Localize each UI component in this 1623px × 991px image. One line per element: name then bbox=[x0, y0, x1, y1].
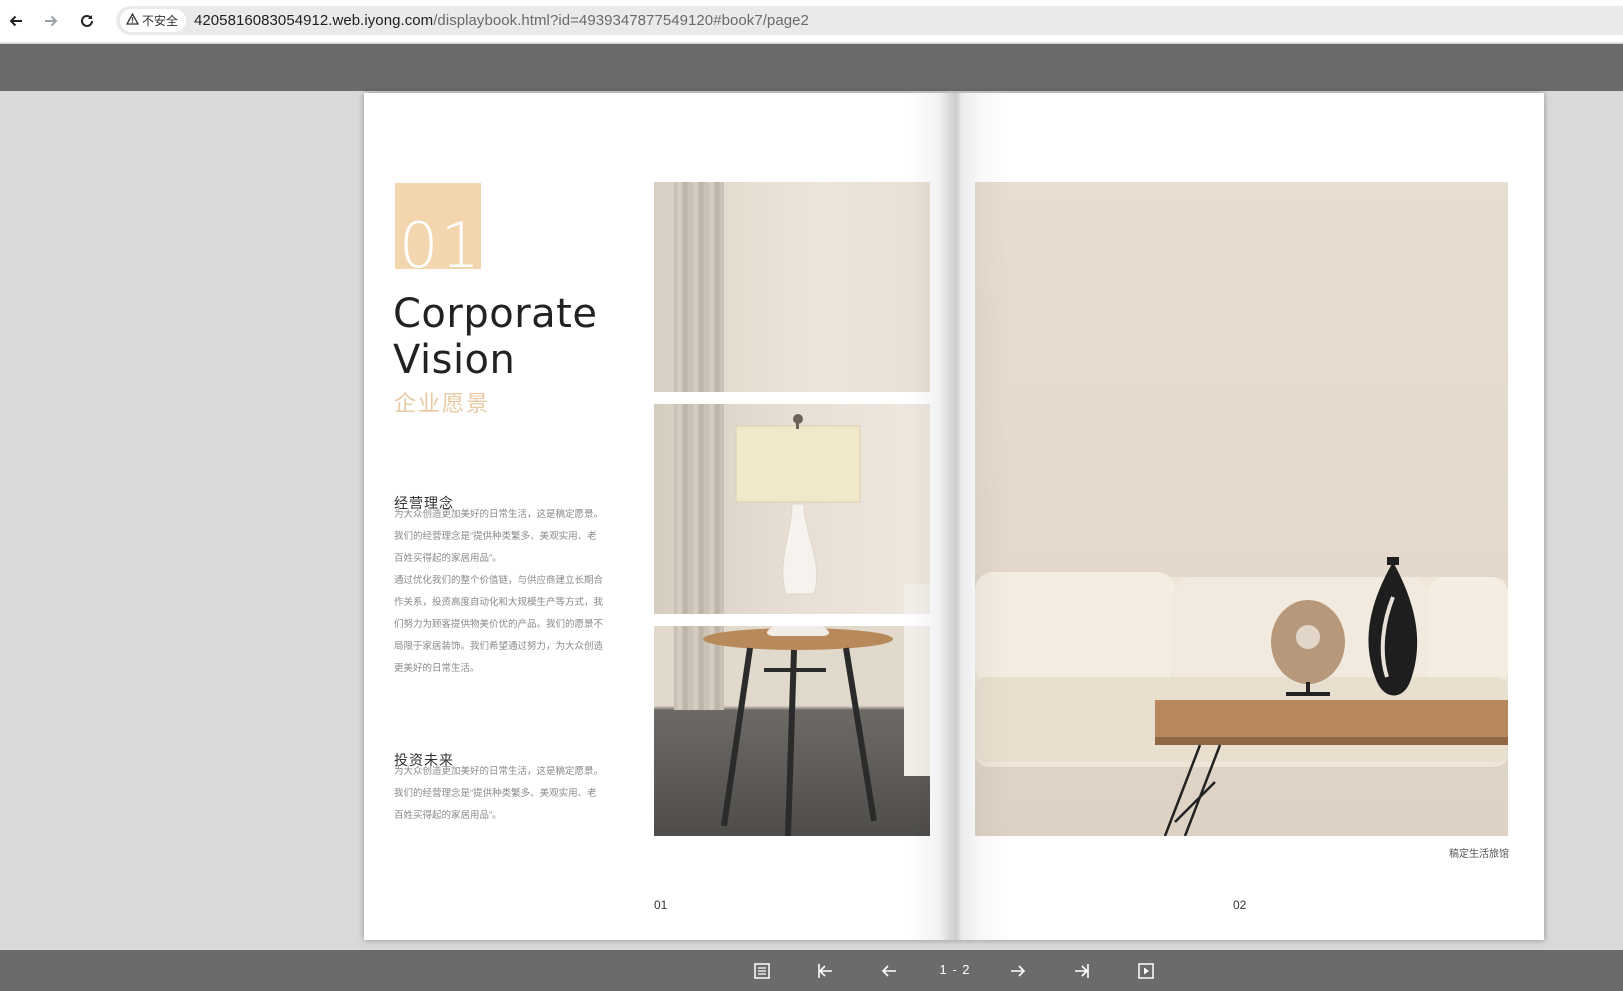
body-line: 百姓买得起的家居用品”。 bbox=[394, 810, 502, 821]
reload-icon[interactable] bbox=[76, 10, 98, 32]
previous-page-icon[interactable] bbox=[878, 960, 900, 982]
table-lamp-graphic bbox=[735, 414, 930, 614]
forward-icon[interactable] bbox=[40, 10, 62, 32]
chapter-number-badge: 01 bbox=[395, 183, 481, 282]
body-line: 作关系，投资高度自动化和大规模生产等方式，我 bbox=[394, 597, 604, 608]
book-gutter-shadow bbox=[909, 93, 1009, 940]
body-line: 为大众创造更加美好的日常生活，这是稿定愿景。 bbox=[394, 766, 604, 777]
body-line: 我们的经营理念是“提供种类繁多、美观实用、老 bbox=[394, 531, 597, 542]
curtain-graphic bbox=[674, 182, 724, 392]
section-body-invest-future: 为大众创造更加美好的日常生活，这是稿定愿景。 我们的经营理念是“提供种类繁多、美… bbox=[394, 761, 609, 827]
back-icon[interactable] bbox=[5, 10, 27, 32]
viewer-bottom-toolbar: 1 - 2 bbox=[0, 950, 1623, 991]
lamp-photo-panel-top bbox=[654, 182, 930, 392]
first-page-icon[interactable] bbox=[814, 960, 836, 982]
body-line: 为大众创造更加美好的日常生活，这是稿定愿景。 bbox=[394, 509, 604, 520]
page-title: Corporate Vision bbox=[393, 291, 597, 383]
title-line-1: Corporate bbox=[393, 291, 598, 337]
warning-icon bbox=[125, 12, 140, 28]
body-line: 局限于家居装饰。我们希望通过努力，为大众创造 bbox=[394, 641, 604, 652]
section-body-business-philosophy: 为大众创造更加美好的日常生活，这是稿定愿景。 我们的经营理念是“提供种类繁多、美… bbox=[394, 504, 609, 680]
autoplay-icon[interactable] bbox=[1135, 960, 1157, 982]
browser-toolbar: 不安全 4205816083054912.web.iyong.com/displ… bbox=[0, 0, 1623, 43]
url-text[interactable]: 4205816083054912.web.iyong.com/displaybo… bbox=[194, 12, 809, 29]
book-spread[interactable]: 01 Corporate Vision 企业愿景 经营理念 为大众创造更加美好的… bbox=[364, 93, 1544, 940]
chapter-number: 01 bbox=[399, 209, 482, 282]
body-line: 通过优化我们的整个价值链，与供应商建立长期合 bbox=[394, 575, 604, 586]
side-table-graphic bbox=[703, 626, 930, 836]
sofa-scene-graphic bbox=[975, 557, 1508, 836]
sofa-photo bbox=[975, 182, 1508, 836]
brand-caption: 稿定生活旅馆 bbox=[1449, 849, 1509, 860]
lamp-photo-panel-bottom bbox=[654, 626, 930, 836]
title-line-2: Vision bbox=[393, 337, 516, 383]
viewer-top-strip bbox=[0, 44, 1623, 91]
security-chip[interactable]: 不安全 bbox=[120, 9, 187, 32]
url-path: /displaybook.html?id=4939347877549120#bo… bbox=[433, 12, 809, 29]
body-line: 百姓买得起的家居用品”。 bbox=[394, 553, 502, 564]
next-page-icon[interactable] bbox=[1007, 960, 1029, 982]
lamp-photo-panel-middle bbox=[654, 404, 930, 614]
page-indicator[interactable]: 1 - 2 bbox=[925, 962, 985, 977]
url-domain: 4205816083054912.web.iyong.com bbox=[194, 12, 434, 29]
page-number-right: 02 bbox=[1233, 898, 1247, 912]
body-line: 们努力为顾客提供物美价优的产品。我们的愿景不 bbox=[394, 619, 604, 630]
last-page-icon[interactable] bbox=[1071, 960, 1093, 982]
chinese-title: 企业愿景 bbox=[394, 391, 491, 416]
security-label: 不安全 bbox=[142, 14, 179, 28]
page-number-left: 01 bbox=[654, 898, 668, 912]
body-line: 更美好的日常生活。 bbox=[394, 663, 480, 674]
table-of-contents-icon[interactable] bbox=[751, 960, 773, 982]
address-bar[interactable]: 不安全 4205816083054912.web.iyong.com/displ… bbox=[116, 6, 1623, 35]
body-line: 我们的经营理念是“提供种类繁多、美观实用、老 bbox=[394, 788, 597, 799]
